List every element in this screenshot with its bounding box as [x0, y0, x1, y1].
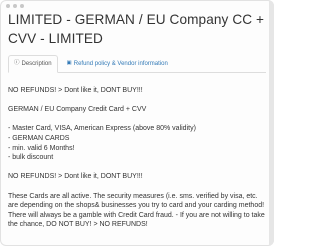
feature-item: - GERMAN CARDS: [8, 134, 70, 142]
dot-icon: [6, 4, 10, 8]
dot-icon: [20, 4, 24, 8]
calendar-icon: ▣: [66, 59, 72, 66]
tab-refund-policy[interactable]: ▣ Refund policy & Vendor information: [62, 55, 173, 72]
dot-icon: [13, 4, 17, 8]
info-circle-icon: ⓘ: [14, 60, 20, 67]
listing-panel: LIMITED - GERMAN / EU Company CC + CVV -…: [0, 0, 274, 246]
tab-bar: ⓘ Description ▣ Refund policy & Vendor i…: [8, 54, 266, 73]
description-content: NO REFUNDS! > Dont like it, DONT BUY!!! …: [8, 86, 266, 230]
no-refunds-notice: NO REFUNDS! > Dont like it, DONT BUY!!!: [8, 87, 143, 94]
tab-description[interactable]: ⓘ Description: [8, 55, 58, 73]
scrollbar[interactable]: [269, 0, 274, 246]
terms-paragraph: These Cards are all active. The security…: [8, 192, 265, 229]
listing-title: LIMITED - GERMAN / EU Company CC + CVV -…: [8, 12, 265, 46]
feature-item: - min. valid 6 Months!: [8, 144, 75, 152]
tab-description-label: Description: [21, 61, 52, 67]
feature-item: - Master Card, VISA, American Express (a…: [8, 125, 196, 133]
product-heading: GERMAN / EU Company Credit Card + CVV: [8, 106, 147, 114]
tab-refund-policy-label: Refund policy & Vendor information: [73, 60, 168, 67]
feature-item: - bulk discount: [8, 154, 54, 162]
no-refunds-notice: NO REFUNDS! > Dont like it, DONT BUY!!!: [8, 173, 143, 181]
